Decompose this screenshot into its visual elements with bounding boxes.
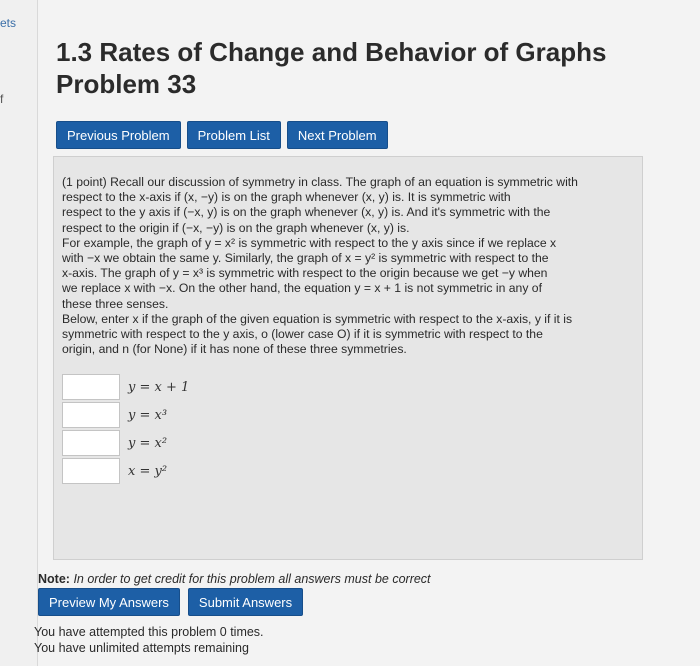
remaining-text: You have unlimited attempts remaining — [34, 641, 249, 655]
attempts-text: You have attempted this problem 0 times. — [34, 625, 264, 639]
sidebar-fragment: f — [0, 92, 4, 106]
intro-line: For example, the graph of y = x² is symm… — [62, 235, 557, 250]
answer-input-2[interactable] — [62, 402, 120, 429]
instruction-line: symmetric with respect to the y axis, o … — [62, 327, 543, 342]
note-text: In order to get credit for this problem … — [73, 572, 431, 586]
equation-label: y = x³ — [128, 407, 168, 423]
credit-note: Note: In order to get credit for this pr… — [38, 572, 431, 586]
answer-row: y = x³ — [62, 401, 632, 429]
note-label: Note: — [38, 572, 70, 586]
next-problem-button[interactable]: Next Problem — [286, 121, 388, 149]
attempt-status: You have attempted this problem 0 times.… — [34, 624, 264, 656]
intro-line: x-axis. The graph of y = x³ is symmetric… — [62, 266, 548, 281]
points-label: (1 point) — [62, 175, 107, 189]
problem-list-button[interactable]: Problem List — [186, 121, 281, 149]
page-title: 1.3 Rates of Change and Behavior of Grap… — [56, 36, 696, 100]
answer-row: y = x² — [62, 429, 632, 457]
intro-line: Recall our discussion of symmetry in cla… — [110, 175, 578, 189]
problem-instructions: Below, enter x if the graph of the given… — [62, 312, 632, 358]
intro-line: these three senses. — [62, 296, 169, 311]
instruction-line: Below, enter x if the graph of the given… — [62, 311, 573, 326]
intro-line: with −x we obtain the same y. Similarly,… — [62, 251, 549, 266]
answer-actions: Preview My Answers Submit Answers — [38, 588, 304, 616]
answer-input-1[interactable] — [62, 374, 120, 401]
section-title: 1.3 Rates of Change and Behavior of Grap… — [56, 37, 607, 67]
equation-label: y = x + 1 — [128, 379, 190, 395]
intro-line: respect to the x-axis if (x, −y) is on t… — [62, 190, 511, 205]
intro-line: respect to the y axis if (−x, y) is on t… — [62, 205, 551, 220]
preview-answers-button[interactable]: Preview My Answers — [38, 588, 180, 616]
answer-input-3[interactable] — [62, 430, 120, 457]
intro-line: respect to the origin if (−x, −y) is on … — [62, 220, 410, 235]
answer-row: y = x + 1 — [62, 373, 632, 401]
problem-intro: (1 point) Recall our discussion of symme… — [62, 175, 632, 312]
instruction-line: origin, and n (for None) if it has none … — [62, 342, 407, 357]
answer-list: y = x + 1 y = x³ y = x² x = y² — [62, 373, 632, 485]
left-sidebar: ets f — [0, 0, 38, 666]
answer-input-4[interactable] — [62, 458, 120, 485]
intro-line: we replace x with −x. On the other hand,… — [62, 281, 542, 296]
submit-answers-button[interactable]: Submit Answers — [187, 588, 304, 616]
answer-row: x = y² — [62, 457, 632, 485]
problem-panel: (1 point) Recall our discussion of symme… — [53, 156, 643, 560]
problem-number: Problem 33 — [56, 69, 197, 99]
equation-label: x = y² — [128, 463, 168, 479]
sidebar-sets-link[interactable]: ets — [0, 16, 16, 30]
problem-navigation: Previous Problem Problem List Next Probl… — [56, 121, 388, 149]
previous-problem-button[interactable]: Previous Problem — [56, 121, 181, 149]
equation-label: y = x² — [128, 435, 168, 451]
